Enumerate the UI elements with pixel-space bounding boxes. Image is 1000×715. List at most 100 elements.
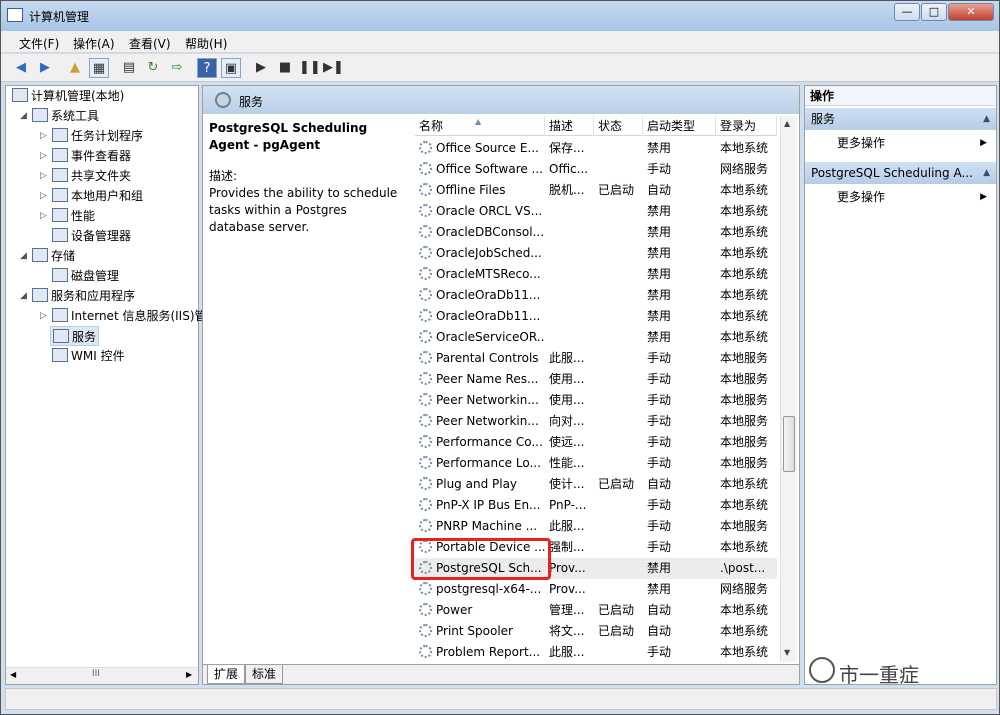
scroll-thumb[interactable]	[783, 416, 795, 472]
service-row[interactable]: Performance Co... 使远... 手动 本地服务	[415, 432, 777, 453]
service-row[interactable]: Parental Controls 此服... 手动 本地服务	[415, 348, 777, 369]
service-row[interactable]: OracleMTSReco... 禁用 本地系统	[415, 264, 777, 285]
service-row[interactable]: Power 管理... 已启动 自动 本地系统	[415, 600, 777, 621]
pause-icon[interactable]: ❚❚	[299, 58, 321, 78]
tree-performance[interactable]: 性能	[52, 206, 95, 226]
service-row[interactable]: Offline Files 脱机... 已启动 自动 本地系统	[415, 180, 777, 201]
column-logon-as[interactable]: 登录为	[716, 116, 777, 136]
actions-section-pgagent[interactable]: PostgreSQL Scheduling A... ▲	[805, 162, 996, 184]
service-row[interactable]: Performance Lo... 性能... 手动 本地服务	[415, 453, 777, 474]
service-row[interactable]: Plug and Play 使计... 已启动 自动 本地系统	[415, 474, 777, 495]
menu-action[interactable]: 操作(A)	[73, 35, 115, 52]
tree-wmi-control[interactable]: WMI 控件	[52, 346, 125, 366]
close-button[interactable]: ✕	[948, 3, 994, 21]
minimize-button[interactable]: —	[894, 3, 920, 21]
service-row[interactable]: OracleServiceOR... 禁用 本地系统	[415, 327, 777, 348]
toolbar: ◀ ▶ ▲ ▦ ▤ ↻ ⇨ ? ▣ ▶ ■ ❚❚ ▶❚	[1, 54, 999, 82]
restart-icon[interactable]: ▶❚	[323, 58, 344, 78]
cell-name: Peer Networkin...	[419, 411, 545, 432]
back-icon[interactable]: ◀	[11, 58, 31, 78]
gear-icon	[419, 267, 432, 280]
stop-icon[interactable]: ■	[275, 58, 295, 78]
scroll-down-icon[interactable]: ▼	[784, 648, 790, 657]
expand-icon[interactable]: ▷	[40, 191, 50, 201]
gear-icon	[419, 519, 432, 532]
service-row[interactable]: Peer Networkin... 使用... 手动 本地服务	[415, 390, 777, 411]
tree-horizontal-scrollbar[interactable]: ◀ III ▶	[6, 667, 198, 684]
tree-iis[interactable]: Internet 信息服务(IIS)管	[52, 306, 207, 326]
list-vertical-scrollbar[interactable]: ▲ ▼	[780, 116, 797, 662]
tree-system-tools[interactable]: 系统工具	[32, 106, 99, 126]
actions-section-services[interactable]: 服务 ▲	[805, 108, 996, 130]
expand-icon[interactable]: ▷	[40, 171, 50, 181]
scroll-right-icon[interactable]: ▶	[186, 670, 192, 679]
tree-disk-management[interactable]: 磁盘管理	[52, 266, 119, 286]
service-row[interactable]: PnP-X IP Bus En... PnP-... 手动 本地系统	[415, 495, 777, 516]
tree-services-apps[interactable]: 服务和应用程序	[32, 286, 135, 306]
menu-help[interactable]: 帮助(H)	[185, 35, 227, 52]
action-pane-icon[interactable]: ▣	[221, 58, 241, 78]
service-row[interactable]: OracleOraDb11... 禁用 本地系统	[415, 285, 777, 306]
tree-shared-folders[interactable]: 共享文件夹	[52, 166, 131, 186]
tree-storage[interactable]: 存储	[32, 246, 75, 266]
menu-file[interactable]: 文件(F)	[19, 35, 59, 52]
up-folder-icon[interactable]: ▲	[65, 58, 85, 78]
service-row[interactable]: Office Source E... 保存... 禁用 本地系统	[415, 138, 777, 159]
tree-task-scheduler[interactable]: 任务计划程序	[52, 126, 143, 146]
show-tree-icon[interactable]: ▦	[89, 58, 109, 78]
cell-desc: 此服...	[549, 519, 585, 533]
app-window: 计算机管理 — □ ✕ 文件(F) 操作(A) 查看(V) 帮助(H) ◀ ▶ …	[0, 0, 1000, 715]
scroll-left-icon[interactable]: ◀	[10, 670, 16, 679]
service-row[interactable]: OracleDBConsol... 禁用 本地系统	[415, 222, 777, 243]
cell-desc: Prov...	[549, 582, 586, 596]
column-status[interactable]: 状态	[594, 116, 643, 136]
service-row[interactable]: Print Spooler 将文... 已启动 自动 本地系统	[415, 621, 777, 642]
cell-logon: 本地服务	[720, 519, 769, 533]
service-row[interactable]: OracleOraDb11... 禁用 本地系统	[415, 306, 777, 327]
more-actions-pgagent[interactable]: 更多操作 ▶	[837, 187, 987, 207]
service-row[interactable]: Peer Networkin... 向对... 手动 本地服务	[415, 411, 777, 432]
collapse-icon[interactable]: ◢	[20, 251, 30, 261]
maximize-button[interactable]: □	[921, 3, 947, 21]
service-row[interactable]: Office Software ... Offic... 手动 网络服务	[415, 159, 777, 180]
collapse-caret-icon[interactable]: ▲	[983, 162, 990, 184]
service-description-panel: PostgreSQL Scheduling Agent - pgAgent 描述…	[209, 120, 405, 236]
column-description[interactable]: 描述	[545, 116, 594, 136]
service-row[interactable]: OracleJobSched... 禁用 本地系统	[415, 243, 777, 264]
forward-icon[interactable]: ▶	[35, 58, 55, 78]
column-startup-type[interactable]: 启动类型	[643, 116, 716, 136]
collapse-icon[interactable]: ◢	[20, 111, 30, 121]
refresh-icon[interactable]: ↻	[143, 58, 163, 78]
gear-icon	[419, 498, 432, 511]
service-row[interactable]: postgresql-x64-... Prov... 禁用 网络服务	[415, 579, 777, 600]
gear-icon	[419, 141, 432, 154]
tree-device-manager[interactable]: 设备管理器	[52, 226, 131, 246]
more-actions-services[interactable]: 更多操作 ▶	[837, 133, 987, 153]
collapse-caret-icon[interactable]: ▲	[983, 108, 990, 130]
menu-view[interactable]: 查看(V)	[129, 35, 171, 52]
expand-icon[interactable]: ▷	[40, 151, 50, 161]
service-row[interactable]: Peer Name Res... 使用... 手动 本地服务	[415, 369, 777, 390]
properties-icon[interactable]: ▤	[119, 58, 139, 78]
service-row[interactable]: PNRP Machine ... 此服... 手动 本地服务	[415, 516, 777, 537]
expand-icon[interactable]: ▷	[40, 311, 50, 321]
expand-icon[interactable]: ▷	[40, 131, 50, 141]
tree-root[interactable]: 计算机管理(本地)	[12, 86, 124, 106]
service-row[interactable]: Problem Report... 此服... 手动 本地系统	[415, 642, 777, 662]
export-icon[interactable]: ⇨	[167, 58, 187, 78]
cell-startup: 禁用	[647, 141, 672, 155]
cell-name: Problem Report...	[419, 642, 545, 662]
start-icon[interactable]: ▶	[251, 58, 271, 78]
scroll-up-icon[interactable]: ▲	[784, 119, 790, 128]
tab-standard[interactable]: 标准	[245, 665, 284, 684]
tree-services[interactable]: 服务	[50, 326, 100, 346]
tree-local-users[interactable]: 本地用户和组	[52, 186, 143, 206]
service-row[interactable]: Oracle ORCL VS... 禁用 本地系统	[415, 201, 777, 222]
column-name[interactable]: 名称 ▲	[415, 116, 545, 136]
help-icon[interactable]: ?	[197, 58, 217, 78]
tab-extended[interactable]: 扩展	[207, 665, 246, 684]
expand-icon[interactable]: ▷	[40, 211, 50, 221]
collapse-icon[interactable]: ◢	[20, 291, 30, 301]
tree-event-viewer[interactable]: 事件查看器	[52, 146, 131, 166]
wechat-watermark-icon	[809, 657, 835, 683]
